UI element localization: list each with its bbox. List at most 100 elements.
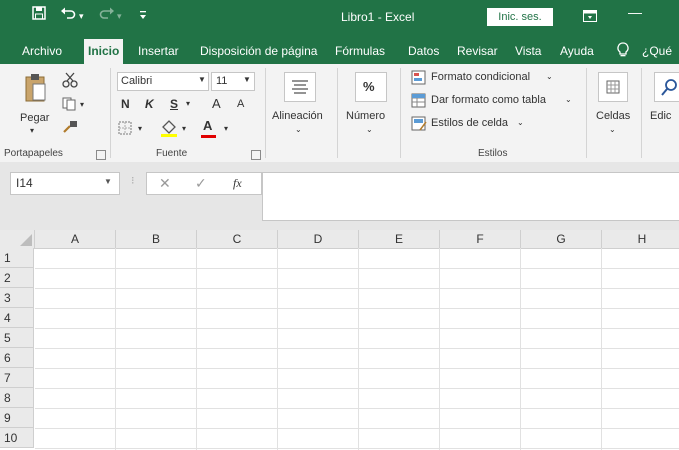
paste-label[interactable]: Pegar bbox=[20, 112, 49, 124]
paste-dropdown-icon[interactable]: ▾ bbox=[30, 126, 34, 135]
column-header-h[interactable]: H bbox=[602, 230, 679, 249]
font-launcher-icon[interactable] bbox=[251, 150, 261, 160]
undo-icon[interactable] bbox=[60, 6, 76, 24]
cell-styles-icon bbox=[411, 116, 427, 134]
clipboard-launcher-icon[interactable] bbox=[96, 150, 106, 160]
column-header-f[interactable]: F bbox=[440, 230, 521, 249]
window-title: Libro1 - Excel bbox=[341, 10, 415, 24]
font-color-dropdown-icon[interactable]: ▾ bbox=[224, 124, 228, 133]
copy-dropdown-icon[interactable]: ▾ bbox=[80, 100, 84, 109]
formula-controls: ✕ ✓ fx bbox=[146, 172, 262, 195]
tab-revisar[interactable]: Revisar bbox=[457, 44, 498, 58]
conditional-format-dropdown-icon[interactable]: ⌄ bbox=[546, 72, 553, 81]
column-header-c[interactable]: C bbox=[197, 230, 278, 249]
editing-button[interactable]: Edic bbox=[650, 110, 671, 122]
alignment-icon[interactable] bbox=[284, 72, 316, 102]
customize-qat-icon[interactable] bbox=[139, 9, 147, 24]
cells-dropdown-icon[interactable]: ⌄ bbox=[609, 125, 616, 134]
number-button[interactable]: Número bbox=[346, 110, 385, 122]
ribbon-display-options-icon[interactable] bbox=[583, 9, 597, 26]
copy-icon[interactable] bbox=[62, 97, 78, 114]
gridline bbox=[115, 248, 116, 450]
sign-in-button[interactable]: Inic. ses. bbox=[487, 8, 553, 26]
column-header-d[interactable]: D bbox=[278, 230, 359, 249]
tab-datos[interactable]: Datos bbox=[408, 44, 439, 58]
formula-input[interactable] bbox=[262, 172, 679, 221]
column-header-e[interactable]: E bbox=[359, 230, 440, 249]
row-header-10[interactable]: 10 bbox=[0, 428, 34, 448]
format-as-table-button[interactable]: Dar formato como tabla bbox=[431, 94, 546, 106]
redo-dropdown-icon[interactable]: ▾ bbox=[117, 11, 122, 22]
cells-button[interactable]: Celdas bbox=[596, 110, 630, 122]
redo-icon[interactable] bbox=[99, 6, 115, 24]
row-header-5[interactable]: 5 bbox=[0, 328, 34, 348]
shrink-font-button[interactable]: A bbox=[237, 98, 244, 110]
alignment-button[interactable]: Alineación bbox=[272, 110, 323, 122]
clipboard-group-label: Portapapeles bbox=[4, 148, 63, 159]
tab-disposicion[interactable]: Disposición de página bbox=[200, 44, 317, 58]
gridline bbox=[35, 268, 679, 269]
cell-styles-dropdown-icon[interactable]: ⌄ bbox=[517, 118, 524, 127]
tab-ayuda[interactable]: Ayuda bbox=[560, 44, 594, 58]
conditional-format-icon bbox=[411, 70, 427, 88]
row-header-8[interactable]: 8 bbox=[0, 388, 34, 408]
tab-formulas[interactable]: Fórmulas bbox=[335, 44, 385, 58]
number-dropdown-icon[interactable]: ⌄ bbox=[366, 125, 373, 134]
tab-inicio[interactable]: Inicio bbox=[84, 39, 124, 64]
font-size-value: 11 bbox=[216, 75, 228, 87]
column-header-a[interactable]: A bbox=[35, 230, 116, 249]
column-header-b[interactable]: B bbox=[116, 230, 197, 249]
row-header-1[interactable]: 1 bbox=[0, 248, 34, 268]
separator bbox=[265, 68, 266, 158]
conditional-format-button[interactable]: Formato condicional bbox=[431, 71, 530, 83]
row-header-7[interactable]: 7 bbox=[0, 368, 34, 388]
font-size-select[interactable]: 11 ▼ bbox=[211, 72, 255, 91]
gridline bbox=[35, 448, 679, 449]
insert-function-icon[interactable]: fx bbox=[233, 176, 242, 191]
lightbulb-icon[interactable] bbox=[617, 42, 629, 61]
cell-styles-button[interactable]: Estilos de celda bbox=[431, 117, 508, 129]
paste-icon[interactable] bbox=[24, 72, 46, 105]
borders-icon[interactable] bbox=[118, 121, 132, 138]
fill-color-dropdown-icon[interactable]: ▾ bbox=[182, 124, 186, 133]
cancel-icon[interactable]: ✕ bbox=[159, 175, 171, 192]
chevron-down-icon: ▼ bbox=[104, 177, 112, 186]
gridline bbox=[520, 248, 521, 450]
chevron-down-icon: ▼ bbox=[198, 75, 206, 84]
borders-dropdown-icon[interactable]: ▾ bbox=[138, 124, 142, 133]
editing-icon[interactable] bbox=[654, 72, 679, 102]
undo-dropdown-icon[interactable]: ▾ bbox=[79, 11, 84, 22]
underline-button[interactable]: S bbox=[170, 97, 178, 111]
minimize-icon[interactable]: — bbox=[628, 4, 642, 20]
row-header-4[interactable]: 4 bbox=[0, 308, 34, 328]
font-name-value: Calibri bbox=[121, 75, 153, 87]
row-header-3[interactable]: 3 bbox=[0, 288, 34, 308]
gridline bbox=[35, 368, 679, 369]
font-color-button[interactable]: A bbox=[203, 118, 212, 133]
tab-vista[interactable]: Vista bbox=[515, 44, 541, 58]
row-header-9[interactable]: 9 bbox=[0, 408, 34, 428]
bold-button[interactable]: N bbox=[121, 97, 130, 111]
font-name-select[interactable]: Calibri ▼ bbox=[117, 72, 209, 91]
alignment-dropdown-icon[interactable]: ⌄ bbox=[295, 125, 302, 134]
fill-color-icon[interactable] bbox=[160, 119, 178, 140]
save-icon[interactable] bbox=[32, 6, 46, 24]
row-header-2[interactable]: 2 bbox=[0, 268, 34, 288]
tab-archivo[interactable]: Archivo bbox=[22, 44, 62, 58]
enter-icon[interactable]: ✓ bbox=[195, 175, 207, 192]
cells-icon[interactable] bbox=[598, 72, 628, 102]
name-box[interactable]: I14 ▼ bbox=[10, 172, 120, 195]
styles-group-label: Estilos bbox=[478, 148, 508, 159]
grow-font-button[interactable]: A bbox=[212, 96, 221, 111]
number-format-icon[interactable]: % bbox=[355, 72, 387, 102]
format-as-table-dropdown-icon[interactable]: ⌄ bbox=[565, 95, 572, 104]
underline-dropdown-icon[interactable]: ▾ bbox=[186, 99, 190, 108]
cut-icon[interactable] bbox=[62, 72, 78, 91]
italic-button[interactable]: K bbox=[145, 97, 154, 111]
tell-me-search[interactable]: ¿Qué bbox=[642, 44, 672, 58]
row-header-6[interactable]: 6 bbox=[0, 348, 34, 368]
column-header-g[interactable]: G bbox=[521, 230, 602, 249]
format-painter-icon[interactable] bbox=[62, 120, 78, 137]
select-all-button[interactable] bbox=[0, 230, 35, 249]
tab-insertar[interactable]: Insertar bbox=[138, 44, 179, 58]
